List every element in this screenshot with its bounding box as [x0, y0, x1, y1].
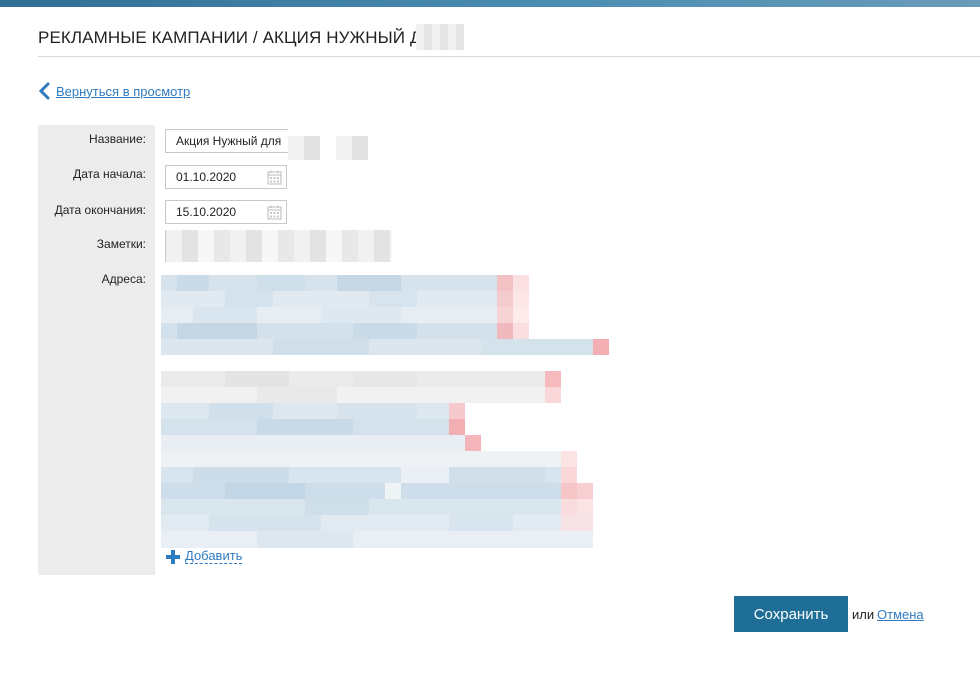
- start-date-value: 01.10.2020: [176, 170, 237, 184]
- name-label: Название:: [89, 132, 146, 146]
- top-accent-bar: [0, 0, 980, 7]
- back-to-view-link[interactable]: Вернуться в просмотр: [38, 82, 190, 100]
- notes-label: Заметки:: [96, 237, 146, 251]
- end-date-label: Дата окончания:: [54, 203, 146, 217]
- addresses-label: Адреса:: [101, 272, 146, 286]
- cancel-link[interactable]: Отмена: [877, 607, 924, 622]
- calendar-icon[interactable]: [267, 205, 282, 220]
- chevron-left-icon: [38, 82, 50, 100]
- title-redacted-blur: [416, 24, 464, 50]
- start-date-label: Дата начала:: [73, 167, 146, 181]
- save-button[interactable]: Сохранить: [734, 596, 848, 632]
- or-separator-text: или: [852, 607, 875, 622]
- end-date-input[interactable]: 15.10.2020: [165, 200, 287, 224]
- name-redacted-blur: [288, 122, 384, 160]
- end-date-value: 15.10.2020: [176, 205, 237, 219]
- add-address-button[interactable]: Добавить: [166, 548, 243, 564]
- notes-redacted-blur[interactable]: [165, 230, 392, 262]
- plus-icon: [166, 549, 180, 564]
- page-title: РЕКЛАМНЫЕ КАМПАНИИ / АКЦИЯ НУЖНЫЙ ДЛЯ: [38, 28, 446, 47]
- title-divider: [38, 56, 980, 57]
- add-address-label: Добавить: [185, 548, 243, 564]
- calendar-icon[interactable]: [267, 170, 282, 185]
- name-input[interactable]: Акция Нужный для: [165, 129, 289, 153]
- form-label-column: [38, 125, 155, 575]
- name-input-value: Акция Нужный для: [176, 134, 282, 148]
- start-date-input[interactable]: 01.10.2020: [165, 165, 287, 189]
- addresses-redacted-blur: [161, 275, 609, 548]
- back-link-label: Вернуться в просмотр: [56, 83, 191, 99]
